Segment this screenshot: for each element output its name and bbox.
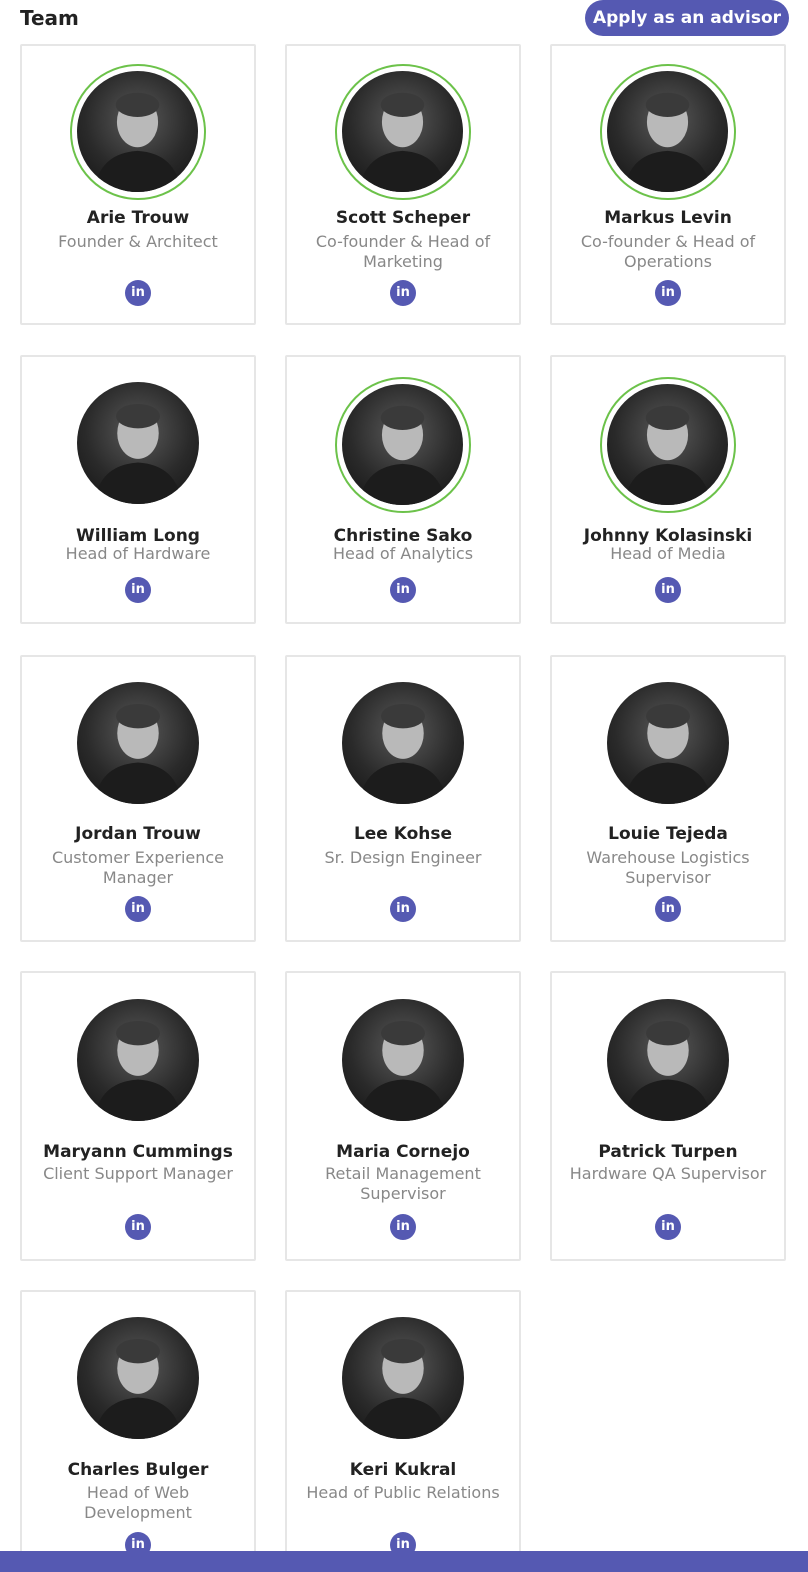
member-role: Head of Web Development	[84, 1483, 192, 1522]
team-card: Patrick Turpen Hardware QA Supervisor in	[550, 971, 786, 1261]
member-role: Head of Hardware	[65, 544, 211, 563]
member-role: Hardware QA Supervisor	[569, 1164, 767, 1183]
member-role: Head of Media	[610, 544, 726, 563]
avatar-frame	[607, 999, 729, 1121]
bottom-bar	[0, 1551, 808, 1572]
avatar-frame	[77, 999, 199, 1121]
linkedin-icon[interactable]: in	[655, 280, 681, 306]
avatar-frame	[77, 1317, 199, 1439]
member-name: Arie Trouw	[86, 208, 190, 228]
linkedin-icon[interactable]: in	[390, 1214, 416, 1240]
member-role: Founder & Architect	[58, 232, 218, 251]
member-role: Customer Experience Manager	[51, 848, 225, 887]
team-card: Jordan Trouw Customer Experience Manager i…	[20, 655, 256, 942]
avatar	[607, 999, 729, 1121]
member-role: Warehouse Logistics Supervisor	[586, 848, 750, 887]
linkedin-icon[interactable]: in	[390, 896, 416, 922]
apply-advisor-button[interactable]: Apply as an advisor	[585, 0, 789, 36]
avatar	[342, 384, 463, 505]
member-name: Patrick Turpen	[598, 1142, 738, 1162]
member-role: Head of Public Relations	[306, 1483, 500, 1502]
team-card: Markus Levin Co-founder & Head of Operati…	[550, 44, 786, 325]
member-name: Scott Scheper	[335, 208, 471, 228]
team-header: Team Apply as an advisor	[0, 0, 808, 40]
team-card: Arie Trouw Founder & Architect in	[20, 44, 256, 325]
avatar	[607, 384, 728, 505]
member-name: Maria Cornejo	[336, 1142, 470, 1162]
member-name: Christine Sako	[333, 526, 473, 546]
member-role: Co-founder & Head of Operations	[580, 232, 756, 271]
team-card: Johnny Kolasinski Head of Media in	[550, 355, 786, 624]
linkedin-icon[interactable]: in	[125, 896, 151, 922]
avatar	[607, 71, 728, 192]
avatar-frame	[600, 64, 736, 200]
avatar	[77, 999, 199, 1121]
member-name: Keri Kukral	[349, 1460, 457, 1480]
avatar	[342, 999, 464, 1121]
linkedin-icon[interactable]: in	[125, 577, 151, 603]
section-title: Team	[20, 6, 79, 30]
member-name: Charles Bulger	[67, 1460, 209, 1480]
linkedin-icon[interactable]: in	[390, 577, 416, 603]
team-card: Scott Scheper Co-founder & Head of Market…	[285, 44, 521, 325]
member-name: Louie Tejeda	[608, 824, 728, 844]
member-name: Jordan Trouw	[75, 824, 201, 844]
avatar-frame	[77, 682, 199, 804]
member-role: Retail Management Supervisor	[325, 1164, 481, 1203]
avatar-frame	[342, 1317, 464, 1439]
member-name: Markus Levin	[604, 208, 732, 228]
linkedin-icon[interactable]: in	[125, 1214, 151, 1240]
avatar	[342, 1317, 464, 1439]
avatar-frame	[335, 377, 471, 513]
team-card: Charles Bulger Head of Web Development in	[20, 1290, 256, 1560]
avatar-frame	[77, 382, 199, 504]
team-card: Maryann Cummings Client Support Manager in	[20, 971, 256, 1261]
member-name: Johnny Kolasinski	[583, 526, 753, 546]
linkedin-icon[interactable]: in	[655, 577, 681, 603]
member-name: Maryann Cummings	[43, 1142, 233, 1162]
avatar	[607, 682, 729, 804]
linkedin-icon[interactable]: in	[125, 280, 151, 306]
avatar	[342, 71, 463, 192]
avatar-frame	[342, 999, 464, 1121]
team-card: William Long Head of Hardware in	[20, 355, 256, 624]
linkedin-icon[interactable]: in	[655, 896, 681, 922]
avatar	[342, 682, 464, 804]
avatar-frame	[607, 682, 729, 804]
avatar-frame	[342, 682, 464, 804]
member-role: Co-founder & Head of Marketing	[315, 232, 491, 271]
member-role: Sr. Design Engineer	[324, 848, 482, 867]
avatar	[77, 71, 198, 192]
member-role: Client Support Manager	[43, 1164, 233, 1183]
team-card: Christine Sako Head of Analytics in	[285, 355, 521, 624]
avatar-frame	[70, 64, 206, 200]
avatar-frame	[335, 64, 471, 200]
linkedin-icon[interactable]: in	[655, 1214, 681, 1240]
avatar-frame	[600, 377, 736, 513]
team-card: Keri Kukral Head of Public Relations in	[285, 1290, 521, 1560]
member-name: William Long	[76, 526, 200, 546]
member-role: Head of Analytics	[332, 544, 474, 563]
member-name: Lee Kohse	[353, 824, 453, 844]
avatar	[77, 1317, 199, 1439]
team-card: Louie Tejeda Warehouse Logistics Supervis…	[550, 655, 786, 942]
avatar	[77, 682, 199, 804]
linkedin-icon[interactable]: in	[390, 280, 416, 306]
team-card: Lee Kohse Sr. Design Engineer in	[285, 655, 521, 942]
team-card: Maria Cornejo Retail Management Superviso…	[285, 971, 521, 1261]
avatar	[77, 382, 199, 504]
